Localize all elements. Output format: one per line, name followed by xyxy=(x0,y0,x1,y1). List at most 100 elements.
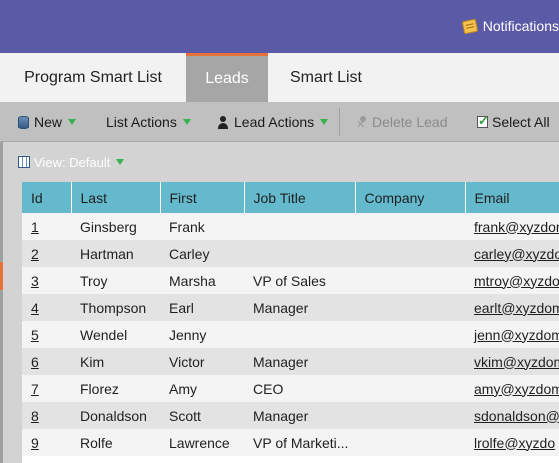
lead-id-link[interactable]: 3 xyxy=(22,267,71,294)
cell-company xyxy=(355,402,465,429)
cell-job-title xyxy=(244,240,355,267)
lead-id-link[interactable]: 1 xyxy=(22,213,71,240)
lead-id-link[interactable]: 4 xyxy=(22,294,71,321)
email-link[interactable]: mtroy@xyzdom xyxy=(465,267,559,294)
email-link[interactable]: vkim@xyzdom xyxy=(465,348,559,375)
lead-actions-button[interactable]: Lead Actions xyxy=(218,102,329,142)
cell-last: Wendel xyxy=(71,321,160,348)
table-row[interactable]: 5 Wendel Jenny jenn@xyzdom xyxy=(22,321,559,348)
cell-last: Thompson xyxy=(71,294,160,321)
lead-id-link[interactable]: 7 xyxy=(22,375,71,402)
panel-resize-handle[interactable] xyxy=(0,262,3,290)
email-link[interactable]: jenn@xyzdom xyxy=(465,321,559,348)
notification-icon xyxy=(461,18,478,34)
checkbox-icon xyxy=(477,113,489,129)
cell-first: Amy xyxy=(160,375,244,402)
cell-job-title: Manager xyxy=(244,402,355,429)
lead-id-link[interactable]: 5 xyxy=(22,321,71,348)
person-icon xyxy=(218,115,228,129)
cell-company xyxy=(355,375,465,402)
grid-view-icon xyxy=(18,156,30,168)
delete-lead-label: Delete Lead xyxy=(372,114,448,130)
notifications-button[interactable]: Notifications xyxy=(461,15,559,37)
email-link[interactable]: sdonaldson@x xyxy=(465,402,559,429)
cell-first: Frank xyxy=(160,213,244,240)
view-selector[interactable]: View: Default xyxy=(18,154,125,170)
cell-company xyxy=(355,294,465,321)
cell-company xyxy=(355,348,465,375)
cell-job-title: Manager xyxy=(244,348,355,375)
list-actions-label: List Actions xyxy=(106,114,177,130)
database-icon xyxy=(18,115,29,129)
cell-last: Donaldson xyxy=(71,402,160,429)
column-header-first[interactable]: First xyxy=(160,182,245,213)
cell-first: Victor xyxy=(160,348,244,375)
cell-last: Hartman xyxy=(71,240,160,267)
select-all-label: Select All xyxy=(492,114,550,130)
list-actions-button[interactable]: List Actions xyxy=(106,102,191,142)
column-header-last[interactable]: Last xyxy=(71,182,161,213)
table-row[interactable]: 1 Ginsberg Frank frank@xyzdom xyxy=(22,213,559,240)
column-header-id[interactable]: Id xyxy=(22,182,72,213)
email-link[interactable]: earlt@xyzdom xyxy=(465,294,559,321)
cell-last: Rolfe xyxy=(71,429,160,456)
toolbar-divider xyxy=(339,108,340,136)
view-label: View: Default xyxy=(34,154,111,170)
email-link[interactable]: amy@xyzdom xyxy=(465,375,559,402)
cell-job-title: VP of Sales xyxy=(244,267,355,294)
column-header-email[interactable]: Email xyxy=(465,182,559,213)
cell-first: Marsha xyxy=(160,267,244,294)
new-button[interactable]: New xyxy=(18,102,77,142)
cell-job-title: VP of Marketi... xyxy=(244,429,355,456)
tab-program-smart-list[interactable]: Program Smart List xyxy=(0,53,186,102)
cell-job-title xyxy=(244,213,355,240)
lead-id-link[interactable]: 6 xyxy=(22,348,71,375)
delete-lead-button[interactable]: Delete Lead xyxy=(356,102,448,142)
cell-job-title: CEO xyxy=(244,375,355,402)
top-header-bar: Notifications xyxy=(0,0,559,53)
table-row[interactable]: 9 Rolfe Lawrence VP of Marketi... lrolfe… xyxy=(22,429,559,456)
tab-smart-list[interactable]: Smart List xyxy=(268,53,384,102)
dropdown-arrow-icon xyxy=(116,159,125,165)
cell-company xyxy=(355,267,465,294)
notifications-label: Notifications xyxy=(482,18,559,34)
table-row[interactable]: 8 Donaldson Scott Manager sdonaldson@x xyxy=(22,402,559,429)
cell-first: Scott xyxy=(160,402,244,429)
lead-id-link[interactable]: 8 xyxy=(22,402,71,429)
delete-person-icon xyxy=(356,115,369,131)
table-row[interactable]: 6 Kim Victor Manager vkim@xyzdom xyxy=(22,348,559,375)
cell-first: Lawrence xyxy=(160,429,244,456)
dropdown-arrow-icon xyxy=(320,119,329,125)
cell-job-title: Manager xyxy=(244,294,355,321)
column-header-company[interactable]: Company xyxy=(355,182,466,213)
table-row[interactable]: 4 Thompson Earl Manager earlt@xyzdom xyxy=(22,294,559,321)
dropdown-arrow-icon xyxy=(182,119,191,125)
table-row[interactable]: 3 Troy Marsha VP of Sales mtroy@xyzdom xyxy=(22,267,559,294)
cell-first: Jenny xyxy=(160,321,244,348)
cell-last: Kim xyxy=(71,348,160,375)
email-link[interactable]: lrolfe@xyzdo xyxy=(465,429,559,456)
cell-last: Ginsberg xyxy=(71,213,160,240)
table-row[interactable]: 2 Hartman Carley carley@xyzdon xyxy=(22,240,559,267)
tab-leads[interactable]: Leads xyxy=(186,53,268,102)
table-row[interactable]: 7 Florez Amy CEO amy@xyzdom xyxy=(22,375,559,402)
email-link[interactable]: frank@xyzdom xyxy=(465,213,559,240)
lead-id-link[interactable]: 2 xyxy=(22,240,71,267)
tab-bar: Program Smart List Leads Smart List xyxy=(0,53,559,102)
select-all-button[interactable]: Select All xyxy=(477,102,550,142)
cell-first: Earl xyxy=(160,294,244,321)
dropdown-arrow-icon xyxy=(68,119,77,125)
column-header-job-title[interactable]: Job Title xyxy=(244,182,356,213)
email-link[interactable]: carley@xyzdon xyxy=(465,240,559,267)
leads-grid: Id Last First Job Title Company Email 1 … xyxy=(22,182,559,463)
lead-actions-label: Lead Actions xyxy=(234,114,315,130)
cell-company xyxy=(355,213,465,240)
cell-company xyxy=(355,321,465,348)
lead-id-link[interactable]: 9 xyxy=(22,429,71,456)
toolbar: New List Actions Lead Actions Delete Lea… xyxy=(0,102,559,142)
cell-last: Troy xyxy=(71,267,160,294)
grid-header-row: Id Last First Job Title Company Email xyxy=(22,182,559,213)
cell-job-title xyxy=(244,321,355,348)
new-label: New xyxy=(34,114,63,130)
cell-last: Florez xyxy=(71,375,160,402)
